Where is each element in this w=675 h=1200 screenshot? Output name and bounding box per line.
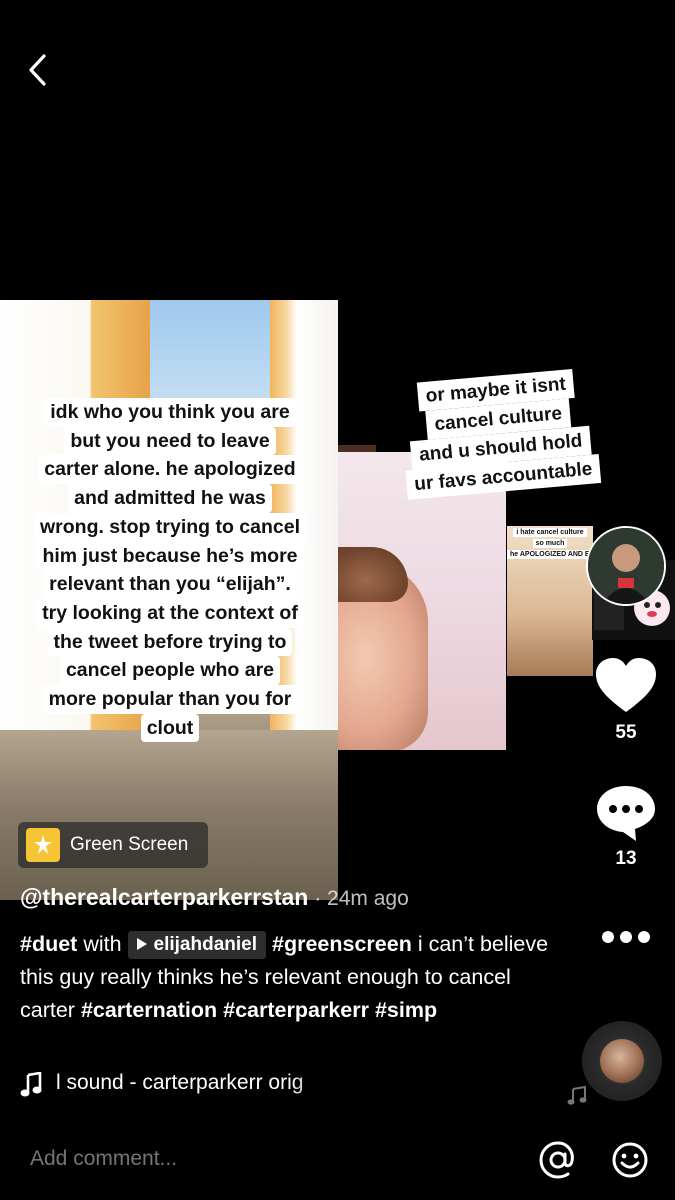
- street: [0, 730, 338, 900]
- caption-line: clout: [140, 713, 200, 743]
- green-screen-label: Green Screen: [70, 834, 189, 855]
- caption-line: carter alone. he apologized: [38, 455, 302, 485]
- comment-bubble-icon: [597, 786, 655, 841]
- mini-video-label: i hate cancel culture: [513, 528, 587, 537]
- post-time: · 24m ago: [308, 887, 409, 910]
- hashtag-simp[interactable]: #simp: [375, 998, 437, 1022]
- creator-avatar[interactable]: [586, 526, 666, 606]
- caption-line: him just because he’s more: [36, 541, 304, 571]
- author-line: @therealcarterparkerrstan · 24m ago: [20, 884, 580, 911]
- hashtag-duet[interactable]: #duet: [20, 932, 77, 956]
- emoji-button[interactable]: [610, 1140, 650, 1180]
- sound-disc[interactable]: [582, 1021, 662, 1101]
- caption-line: the tweet before trying to: [47, 627, 293, 657]
- caption-line: try looking at the context of: [36, 598, 304, 628]
- floating-note-icon: [566, 1085, 588, 1107]
- add-comment-input[interactable]: [28, 1146, 512, 1172]
- caption-line: more popular than you for: [42, 685, 298, 714]
- left-caption-sticker: idk who you think you are but you need t…: [12, 398, 328, 743]
- duet-username: elijahdaniel: [153, 934, 258, 955]
- video-description: #duet with elijahdaniel #greenscreen i c…: [20, 928, 565, 1027]
- play-icon: [136, 938, 147, 950]
- right-caption-sticker: or maybe it isnt cancel culture and u sh…: [355, 364, 644, 504]
- green-screen-effect-badge[interactable]: Green Screen: [18, 822, 208, 868]
- back-button[interactable]: [22, 50, 56, 90]
- more-options-button[interactable]: [600, 925, 652, 949]
- chevron-left-icon: [29, 54, 46, 86]
- caption-line: and admitted he was: [68, 484, 272, 513]
- avatar-photo: [588, 528, 664, 604]
- like-count: 55: [615, 722, 637, 743]
- hashtag-carternation[interactable]: #carternation: [81, 998, 217, 1022]
- mention-button[interactable]: [538, 1140, 578, 1180]
- with-text: with: [77, 932, 128, 956]
- sound-fade: [290, 1065, 356, 1105]
- duet-user-chip[interactable]: elijahdaniel: [127, 931, 267, 959]
- smiley-icon: [612, 1142, 648, 1178]
- comment-count: 13: [615, 848, 637, 869]
- caption-line: relevant than you “elijah”.: [43, 570, 297, 599]
- mini-video-label: so much: [532, 539, 568, 548]
- caption-line: idk who you think you are: [44, 398, 296, 427]
- ellipsis-icon: [602, 931, 650, 943]
- author-username[interactable]: @therealcarterparkerrstan: [20, 884, 308, 910]
- sparkle-icon: [26, 828, 60, 862]
- at-icon: [539, 1141, 574, 1179]
- heart-icon: [596, 658, 656, 712]
- mini-video-label: he APOLOGIZED AND EXPLAINED HIMSELF: [507, 550, 593, 559]
- comment-button[interactable]: [594, 783, 658, 843]
- sound-disc-cover: [600, 1039, 644, 1083]
- caption-line: but you need to leave: [64, 426, 276, 456]
- hashtag-greenscreen[interactable]: #greenscreen: [272, 932, 412, 956]
- hair: [338, 547, 408, 602]
- caption-line: wrong. stop trying to cancel: [33, 512, 307, 542]
- like-button[interactable]: [594, 656, 658, 716]
- hashtag-carterparkerr[interactable]: #carterparkerr: [223, 998, 369, 1022]
- music-note-icon: [20, 1071, 42, 1098]
- caption-line: cancel people who are: [59, 656, 281, 686]
- embedded-mini-video: i hate cancel culture so much he APOLOGI…: [507, 526, 593, 676]
